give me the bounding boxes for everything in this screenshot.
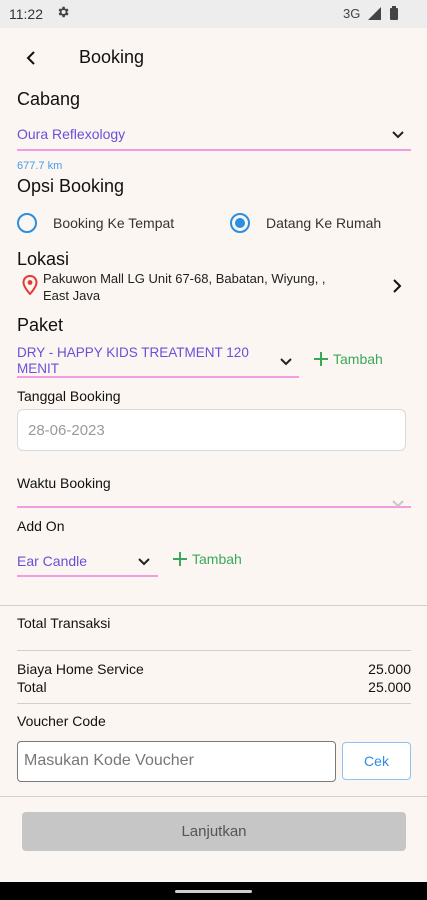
radio-booking-ke-tempat[interactable]: Booking Ke Tempat xyxy=(17,211,197,235)
cabang-value: Oura Reflexology xyxy=(17,126,126,142)
distance-text: 677.7 km xyxy=(17,160,63,172)
back-arrow-icon xyxy=(26,51,35,65)
add-on-label: Add On xyxy=(17,518,65,534)
biaya-home-service-value: 25.000 xyxy=(368,661,411,677)
total-value: 25.000 xyxy=(368,679,411,695)
paket-value: DRY - HAPPY KIDS TREATMENT 120 MENIT xyxy=(17,345,267,377)
cek-button[interactable]: Cek xyxy=(342,742,411,780)
network-type: 3G xyxy=(343,6,361,21)
lanjutkan-button[interactable]: Lanjutkan xyxy=(22,812,406,851)
add-on-tambah-label: Tambah xyxy=(192,551,242,567)
add-on-tambah-button[interactable]: Tambah xyxy=(172,551,242,567)
back-button[interactable] xyxy=(18,44,46,72)
lokasi-selector[interactable]: Pakuwon Mall LG Unit 67-68, Babatan, Wiy… xyxy=(17,268,411,304)
cabang-label: Cabang xyxy=(17,89,81,109)
radio-label-rumah: Datang Ke Rumah xyxy=(266,215,382,231)
divider xyxy=(0,796,427,797)
chevron-down-icon xyxy=(392,500,404,508)
paket-dropdown[interactable]: DRY - HAPPY KIDS TREATMENT 120 MENIT xyxy=(17,343,299,379)
battery-icon xyxy=(390,6,398,20)
cabang-underline xyxy=(17,149,411,151)
tanggal-booking-value: 28-06-2023 xyxy=(28,422,105,439)
status-time: 11:22 xyxy=(9,6,43,22)
divider xyxy=(0,605,427,606)
lokasi-address-line1: Pakuwon Mall LG Unit 67-68, Babatan, Wiy… xyxy=(43,271,326,286)
voucher-input[interactable]: Masukan Kode Voucher xyxy=(17,741,336,782)
home-indicator[interactable] xyxy=(175,890,252,893)
add-on-value: Ear Candle xyxy=(17,553,88,569)
paket-value-line2: MENIT xyxy=(17,361,59,376)
page-title: Booking xyxy=(79,47,145,67)
cabang-dropdown[interactable]: Oura Reflexology xyxy=(17,120,411,152)
lokasi-address: Pakuwon Mall LG Unit 67-68, Babatan, Wiy… xyxy=(43,270,373,304)
chevron-down-icon xyxy=(138,558,150,566)
opsi-booking-label: Opsi Booking xyxy=(17,176,125,196)
plus-icon xyxy=(173,552,187,566)
divider xyxy=(17,703,411,704)
waktu-booking-underline xyxy=(17,506,411,508)
lokasi-address-line2: East Java xyxy=(43,288,101,303)
paket-underline xyxy=(17,376,299,378)
paket-tambah-button[interactable]: Tambah xyxy=(313,351,383,367)
plus-icon xyxy=(314,352,328,366)
paket-tambah-label: Tambah xyxy=(333,351,383,367)
chevron-down-icon xyxy=(280,358,292,366)
biaya-home-service-label: Biaya Home Service xyxy=(17,661,144,677)
add-on-underline xyxy=(17,575,158,577)
waktu-booking-dropdown[interactable] xyxy=(17,492,411,510)
signal-icon xyxy=(368,7,381,20)
total-transaksi-label: Total Transaksi xyxy=(17,615,111,631)
add-on-dropdown[interactable]: Ear Candle xyxy=(17,548,158,578)
waktu-booking-label: Waktu Booking xyxy=(17,475,111,491)
voucher-code-label: Voucher Code xyxy=(17,713,106,729)
lokasi-label: Lokasi xyxy=(17,249,70,269)
paket-label: Paket xyxy=(17,315,64,335)
gear-icon xyxy=(58,6,69,18)
divider xyxy=(17,650,411,651)
radio-checked xyxy=(230,213,250,233)
tanggal-booking-label: Tanggal Booking xyxy=(17,388,121,404)
voucher-placeholder: Masukan Kode Voucher xyxy=(24,752,194,769)
tanggal-booking-field[interactable]: 28-06-2023 xyxy=(17,409,406,451)
location-pin-icon xyxy=(22,275,38,295)
chevron-right-icon xyxy=(393,279,402,293)
paket-value-line1: DRY - HAPPY KIDS TREATMENT 120 xyxy=(17,345,249,360)
radio-unchecked xyxy=(17,213,37,233)
chevron-down-icon xyxy=(392,131,404,139)
radio-datang-ke-rumah[interactable]: Datang Ke Rumah xyxy=(230,211,400,235)
total-label: Total xyxy=(17,679,47,695)
radio-label-tempat: Booking Ke Tempat xyxy=(53,215,175,231)
